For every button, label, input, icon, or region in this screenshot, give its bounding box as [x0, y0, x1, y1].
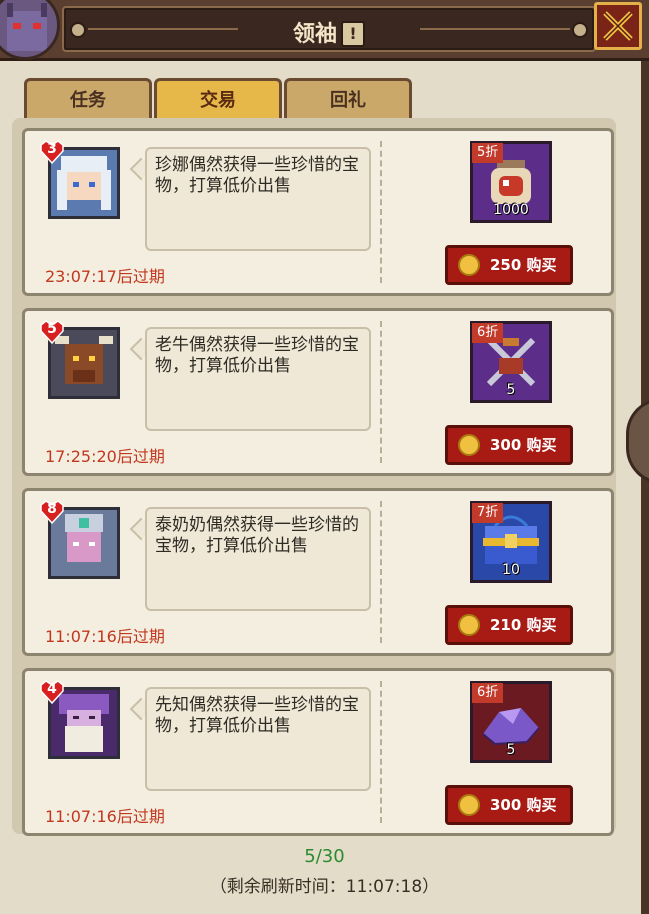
buy-button[interactable]: 210 购买: [445, 605, 573, 645]
price: 300: [490, 796, 522, 814]
offer-expire-time: 11:07:16后过期: [45, 807, 165, 826]
gold-coin-icon: [458, 614, 480, 636]
discount-tag: 7折: [472, 503, 504, 523]
buy-button[interactable]: 300 购买: [445, 425, 573, 465]
level-heart-icon: 5: [39, 319, 65, 345]
card-divider: [380, 681, 382, 823]
item-slot[interactable]: 6折 5: [470, 681, 552, 763]
player-avatar[interactable]: [0, 0, 60, 60]
gold-coin-icon: [458, 254, 480, 276]
card-divider: [380, 501, 382, 643]
hero-level: 8: [47, 501, 57, 517]
price: 300: [490, 436, 522, 454]
card-divider: [380, 141, 382, 283]
offer-description: 珍娜偶然获得一些珍惜的宝物，打算低价出售: [145, 147, 371, 251]
item-slot[interactable]: 5折 1000: [470, 141, 552, 223]
item-quantity: 10: [502, 562, 520, 578]
offer-description: 老牛偶然获得一些珍惜的宝物，打算低价出售: [145, 327, 371, 431]
info-badge-icon[interactable]: !: [341, 21, 365, 47]
tab-gifts[interactable]: 回礼: [284, 78, 412, 120]
hero-level: 4: [47, 681, 57, 697]
tab-trade[interactable]: 交易: [154, 78, 282, 122]
offer-card-tyrande: 8 泰奶奶偶然获得一些珍惜的宝物，打算低价出售 11:07:16后过期 7折 1…: [22, 488, 614, 656]
trade-count: 5/30: [304, 846, 345, 867]
offer-card-tauren: 5 老牛偶然获得一些珍惜的宝物，打算低价出售 17:25:20后过期 6折 5 …: [22, 308, 614, 476]
discount-tag: 5折: [472, 143, 504, 163]
offer-expire-time: 11:07:16后过期: [45, 627, 165, 646]
buy-button[interactable]: 300 购买: [445, 785, 573, 825]
refresh-timer: （剩余刷新时间：11:07:18）: [209, 877, 440, 897]
gold-coin-icon: [458, 434, 480, 456]
buy-label: 购买: [526, 616, 557, 634]
item-slot[interactable]: 7折 10: [470, 501, 552, 583]
close-button[interactable]: [594, 2, 642, 50]
level-heart-icon: 3: [39, 139, 65, 165]
offer-expire-time: 23:07:17后过期: [45, 267, 165, 286]
close-icon: [603, 11, 633, 41]
price: 250: [490, 256, 522, 274]
gold-coin-icon: [458, 794, 480, 816]
title-plate: 领袖!: [62, 6, 596, 52]
offer-card-prophet: 4 先知偶然获得一些珍惜的宝物，打算低价出售 11:07:16后过期 6折 5 …: [22, 668, 614, 836]
discount-tag: 6折: [472, 323, 504, 343]
item-quantity: 5: [506, 742, 516, 758]
offer-list[interactable]: 3 珍娜偶然获得一些珍惜的宝物，打算低价出售 23:07:17后过期 5折 10…: [12, 118, 616, 836]
price: 210: [490, 616, 522, 634]
offer-card-jaina: 3 珍娜偶然获得一些珍惜的宝物，打算低价出售 23:07:17后过期 5折 10…: [22, 128, 614, 296]
buy-label: 购买: [526, 796, 557, 814]
buy-label: 购买: [526, 256, 557, 274]
offer-description: 先知偶然获得一些珍惜的宝物，打算低价出售: [145, 687, 371, 791]
item-quantity: 1000: [493, 202, 529, 218]
discount-tag: 6折: [472, 683, 504, 703]
buy-button[interactable]: 250 购买: [445, 245, 573, 285]
level-heart-icon: 4: [39, 679, 65, 705]
tab-tasks[interactable]: 任务: [24, 78, 152, 120]
buy-label: 购买: [526, 436, 557, 454]
page-title-label: 领袖: [292, 22, 337, 47]
item-quantity: 5: [506, 382, 516, 398]
offer-expire-time: 17:25:20后过期: [45, 447, 165, 466]
offer-description: 泰奶奶偶然获得一些珍惜的宝物，打算低价出售: [145, 507, 371, 611]
title-bar: 领袖!: [0, 0, 649, 61]
level-heart-icon: 8: [39, 499, 65, 525]
hero-level: 3: [47, 141, 57, 157]
item-slot[interactable]: 6折 5: [470, 321, 552, 403]
card-divider: [380, 321, 382, 463]
page-title: 领袖!: [64, 16, 594, 48]
hero-level: 5: [47, 321, 57, 337]
